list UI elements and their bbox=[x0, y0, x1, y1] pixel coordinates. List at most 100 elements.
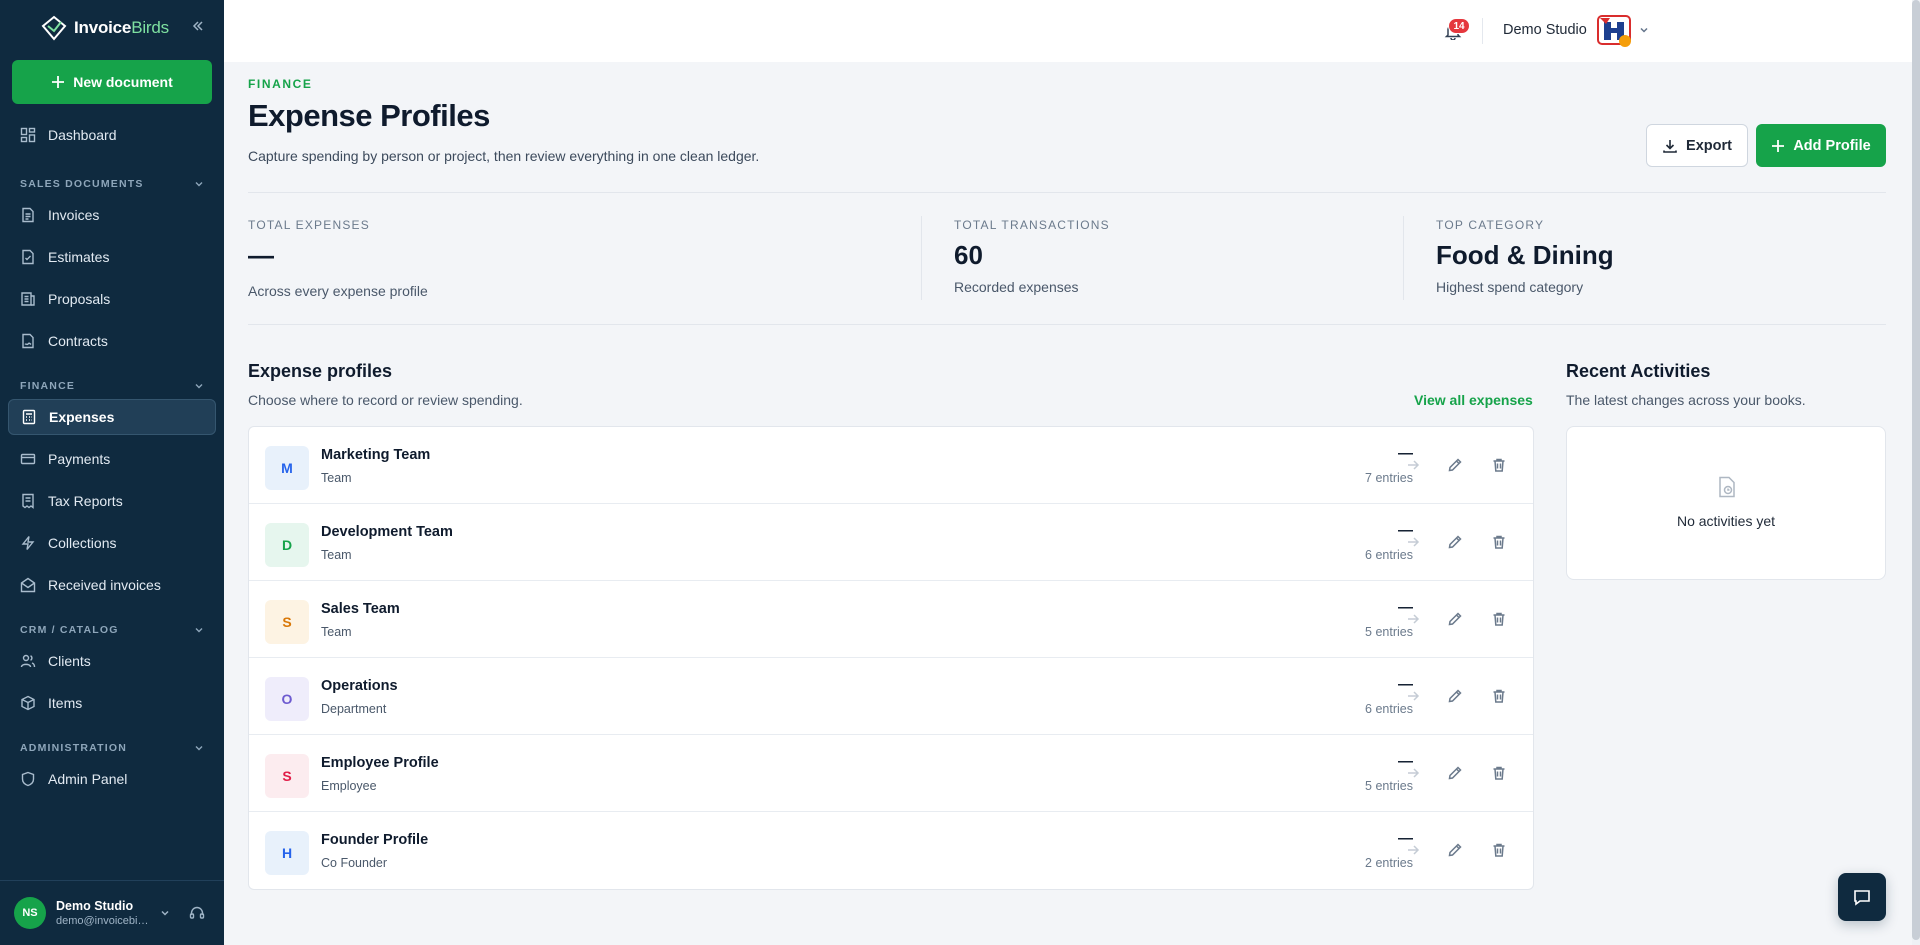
profile-type: Department bbox=[321, 702, 387, 716]
open-profile-button[interactable] bbox=[1405, 688, 1423, 706]
add-profile-label: Add Profile bbox=[1793, 137, 1871, 154]
section-administration[interactable]: ADMINISTRATION bbox=[20, 740, 204, 756]
profile-initial-badge: S bbox=[265, 754, 309, 798]
sidebar-item-estimates[interactable]: Estimates bbox=[8, 239, 216, 275]
chevron-down-icon bbox=[195, 384, 203, 389]
sidebar-item-invoices[interactable]: Invoices bbox=[8, 197, 216, 233]
chat-button[interactable] bbox=[1838, 873, 1886, 921]
divider bbox=[248, 324, 1886, 325]
add-profile-button[interactable]: Add Profile bbox=[1756, 124, 1886, 167]
workspace-menu-toggle[interactable] bbox=[1638, 24, 1650, 36]
page-eyebrow: FINANCE bbox=[248, 77, 313, 91]
profile-name: Employee Profile bbox=[321, 755, 439, 771]
open-profile-button[interactable] bbox=[1405, 765, 1423, 783]
workspace-name[interactable]: Demo Studio bbox=[1503, 22, 1587, 38]
activities-card: No activities yet bbox=[1566, 426, 1886, 580]
profile-row[interactable]: O Operations Department — 6 entries bbox=[249, 658, 1533, 735]
page-title: Expense Profiles bbox=[248, 98, 490, 133]
sidebar-item-items[interactable]: Items bbox=[8, 685, 216, 721]
arrow-right-icon bbox=[1408, 460, 1420, 470]
sidebar-item-dashboard[interactable]: Dashboard bbox=[8, 117, 216, 153]
activities-subtitle: The latest changes across your books. bbox=[1566, 392, 1806, 408]
proposal-icon bbox=[21, 292, 35, 306]
sidebar-item-clients[interactable]: Clients bbox=[8, 643, 216, 679]
edit-profile-button[interactable] bbox=[1447, 688, 1465, 706]
payments-icon bbox=[20, 453, 36, 465]
collapse-sidebar-button[interactable] bbox=[190, 18, 210, 38]
profile-type: Team bbox=[321, 471, 352, 485]
arrow-right-icon bbox=[1408, 768, 1420, 778]
open-profile-button[interactable] bbox=[1405, 611, 1423, 629]
edit-icon bbox=[1448, 689, 1462, 703]
delete-profile-button[interactable] bbox=[1491, 534, 1509, 552]
delete-profile-button[interactable] bbox=[1491, 765, 1509, 783]
activities-title: Recent Activities bbox=[1566, 361, 1711, 381]
sidebar-item-expenses[interactable]: Expenses bbox=[8, 399, 216, 435]
open-profile-button[interactable] bbox=[1405, 842, 1423, 860]
section-crm-catalog[interactable]: CRM / CATALOG bbox=[20, 622, 204, 638]
arrow-right-icon bbox=[1408, 845, 1420, 855]
open-profile-button[interactable] bbox=[1405, 534, 1423, 552]
new-document-button[interactable]: New document bbox=[12, 60, 212, 104]
profile-row[interactable]: S Employee Profile Employee — 5 entries bbox=[249, 735, 1533, 812]
chevron-down-icon bbox=[195, 746, 203, 751]
profile-name: Sales Team bbox=[321, 601, 400, 617]
chevron-down-icon bbox=[1640, 27, 1648, 33]
edit-icon bbox=[1448, 843, 1462, 857]
delete-profile-button[interactable] bbox=[1491, 688, 1509, 706]
clients-icon bbox=[20, 654, 36, 668]
stat-label-total-transactions: TOTAL TRANSACTIONS bbox=[954, 218, 1110, 232]
section-label: SALES DOCUMENTS bbox=[20, 178, 144, 190]
profile-type: Team bbox=[321, 625, 352, 639]
section-finance[interactable]: FINANCE bbox=[20, 378, 204, 394]
profiles-title: Expense profiles bbox=[248, 361, 393, 381]
sidebar-item-proposals[interactable]: Proposals bbox=[8, 281, 216, 317]
sidebar-item-payments[interactable]: Payments bbox=[8, 441, 216, 477]
user-menu-toggle[interactable] bbox=[159, 907, 171, 919]
sidebar-item-contracts[interactable]: Contracts bbox=[8, 323, 216, 359]
topbar-divider bbox=[1482, 18, 1483, 44]
workspace-logo[interactable] bbox=[1596, 14, 1632, 48]
invoice-icon bbox=[22, 207, 34, 223]
collapse-icon bbox=[192, 21, 203, 31]
stat-caption-total-transactions: Recorded expenses bbox=[954, 279, 1079, 295]
document-clock-icon bbox=[1715, 475, 1739, 499]
sidebar-item-tax-reports[interactable]: Tax Reports bbox=[8, 483, 216, 519]
stat-caption-total-expenses: Across every expense profile bbox=[248, 283, 428, 299]
profile-initial-badge: O bbox=[265, 677, 309, 721]
sidebar-item-collections[interactable]: Collections bbox=[8, 525, 216, 561]
empty-state-text: No activities yet bbox=[1676, 513, 1776, 529]
export-button[interactable]: Export bbox=[1646, 124, 1748, 167]
delete-profile-button[interactable] bbox=[1491, 611, 1509, 629]
edit-profile-button[interactable] bbox=[1447, 534, 1465, 552]
profile-name: Operations bbox=[321, 678, 398, 694]
sidebar-item-admin-panel[interactable]: Admin Panel bbox=[8, 761, 216, 797]
delete-profile-button[interactable] bbox=[1491, 457, 1509, 475]
sidebar-item-label: Received invoices bbox=[48, 577, 161, 593]
scrollbar-thumb[interactable] bbox=[1912, 0, 1920, 940]
profile-initial-badge: D bbox=[265, 523, 309, 567]
profile-row[interactable]: M Marketing Team Team — 7 entries bbox=[249, 427, 1533, 504]
edit-profile-button[interactable] bbox=[1447, 611, 1465, 629]
edit-profile-button[interactable] bbox=[1447, 765, 1465, 783]
profile-row[interactable]: D Development Team Team — 6 entries bbox=[249, 504, 1533, 581]
contract-icon bbox=[22, 333, 34, 349]
brand-logo[interactable]: InvoiceBirds bbox=[40, 14, 169, 42]
sidebar-item-label: Tax Reports bbox=[48, 493, 123, 509]
sidebar-item-received-invoices[interactable]: Received invoices bbox=[8, 567, 216, 603]
shield-icon bbox=[21, 771, 35, 787]
user-info[interactable]: Demo Studio demo@invoicebirds.com bbox=[56, 899, 151, 927]
open-profile-button[interactable] bbox=[1405, 457, 1423, 475]
sidebar: InvoiceBirds New document Dashboard SALE… bbox=[0, 0, 224, 945]
edit-profile-button[interactable] bbox=[1447, 842, 1465, 860]
delete-profile-button[interactable] bbox=[1491, 842, 1509, 860]
profile-row[interactable]: S Sales Team Team — 5 entries bbox=[249, 581, 1533, 658]
profiles-subtitle: Choose where to record or review spendin… bbox=[248, 392, 523, 408]
support-button[interactable] bbox=[189, 905, 205, 921]
avatar[interactable]: NS bbox=[14, 897, 46, 929]
section-sales-documents[interactable]: SALES DOCUMENTS bbox=[20, 176, 204, 192]
view-all-expenses-link[interactable]: View all expenses bbox=[1414, 392, 1533, 408]
profile-row[interactable]: H Founder Profile Co Founder — 2 entries bbox=[249, 812, 1533, 889]
edit-profile-button[interactable] bbox=[1447, 457, 1465, 475]
profile-name: Development Team bbox=[321, 524, 453, 540]
